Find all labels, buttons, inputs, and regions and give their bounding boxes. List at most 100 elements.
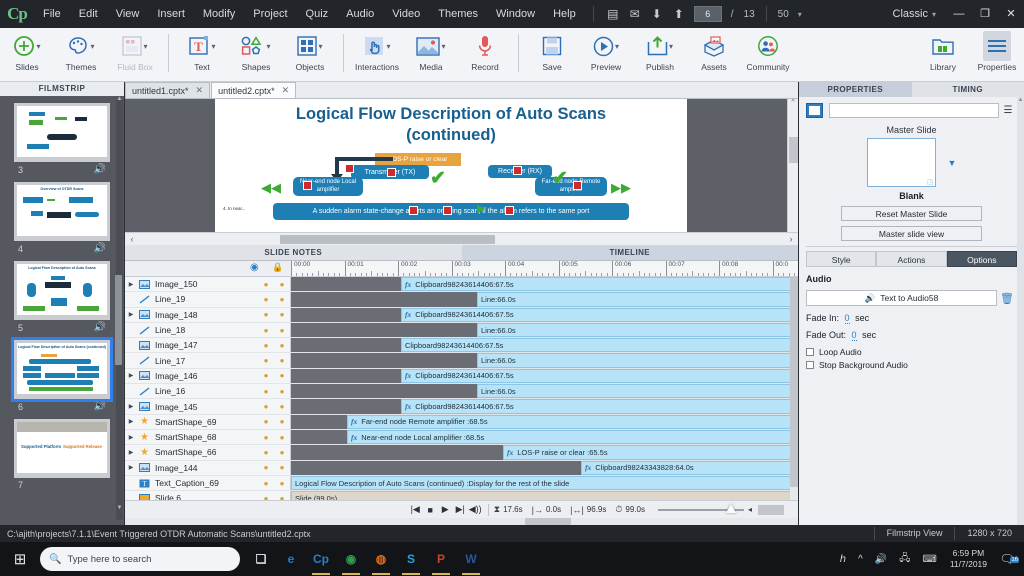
chevron-down-icon[interactable]: ▾ bbox=[615, 42, 619, 51]
menu-file[interactable]: File bbox=[34, 0, 70, 28]
timeline-bar[interactable]: Line:66.0s bbox=[477, 322, 791, 338]
play-button[interactable]: ▶ bbox=[438, 504, 453, 515]
minimize-button[interactable]: — bbox=[946, 3, 972, 25]
timeline-track[interactable]: Logical Flow Description of Auto Scans (… bbox=[291, 475, 798, 491]
timeline-row[interactable]: ▶ ★ SmartShape_69 ● ● fx Far-end node Remo… bbox=[125, 414, 798, 430]
chevron-down-icon[interactable]: ▾ bbox=[211, 42, 215, 51]
timeline-row[interactable]: ▶ ★ SmartShape_68 ● ● fx Near-end node Loc… bbox=[125, 429, 798, 446]
chrome-browser-icon[interactable]: ◉ bbox=[336, 542, 366, 576]
timeline-row-name[interactable]: Line_19 ● ● bbox=[125, 292, 291, 307]
slide-audio-icon[interactable]: 🔊 bbox=[94, 401, 106, 412]
filmstrip-slide-5[interactable]: Logical Flow Description of Auto Scans 5… bbox=[0, 261, 124, 333]
close-button[interactable]: ✕ bbox=[998, 3, 1024, 25]
view-mode-label[interactable]: Filmstrip View bbox=[873, 527, 955, 540]
library-button[interactable]: Library bbox=[916, 31, 970, 81]
timeline-row[interactable]: T Text_Caption_69 ● ● Logical Flow Descri… bbox=[125, 475, 798, 492]
download-arrow-icon[interactable]: ⬇ bbox=[646, 7, 668, 21]
menu-window[interactable]: Window bbox=[487, 0, 544, 28]
fade-out-value[interactable]: 0 bbox=[851, 330, 857, 341]
chevron-down-icon[interactable]: ▾ bbox=[669, 42, 673, 51]
themes-button[interactable]: ▾ Themes bbox=[54, 31, 108, 81]
lock-dot-icon[interactable]: ● bbox=[274, 387, 290, 396]
doc-tab-untitled2[interactable]: untitled2.cptx* ✕ bbox=[211, 82, 297, 98]
network-tray-icon[interactable]: 🖧 bbox=[893, 551, 916, 568]
visibility-dot-icon[interactable]: ● bbox=[258, 494, 274, 500]
chevron-down-icon[interactable]: ▾ bbox=[143, 42, 147, 51]
keyboard-tray-icon[interactable]: ⌨ bbox=[916, 554, 942, 565]
timeline-bar[interactable]: fx Clipboard98243614406:67.5s bbox=[401, 399, 791, 414]
menu-insert[interactable]: Insert bbox=[148, 0, 194, 28]
filmstrip-scroll-up-icon[interactable]: ▲ bbox=[116, 96, 123, 102]
filmstrip-slide-3[interactable]: 3 🔊 bbox=[0, 103, 124, 175]
menu-themes[interactable]: Themes bbox=[429, 0, 487, 28]
timeline-bar[interactable]: fx Clipboard98243614406:67.5s bbox=[401, 277, 791, 292]
timeline-zoom-left-icon[interactable]: ◂ bbox=[748, 505, 752, 514]
preview-button[interactable]: ▾ Preview bbox=[579, 31, 633, 81]
filmstrip-slide-4[interactable]: Overview of OTDR Scans 4 🔊 bbox=[0, 182, 124, 254]
save-button[interactable]: Save bbox=[525, 31, 579, 81]
taskbar-search-input[interactable]: 🔍 Type here to search bbox=[40, 547, 240, 571]
slide-thumbnail[interactable]: Logical Flow Description of Auto Scans bbox=[14, 261, 110, 320]
timeline-row[interactable]: ▶ Image_150 ● ● fx Clipboard98243614406:67… bbox=[125, 277, 798, 293]
menu-help[interactable]: Help bbox=[544, 0, 585, 28]
stop-background-audio-row[interactable]: Stop Background Audio bbox=[806, 360, 1017, 370]
properties-scrollbar[interactable]: ▲ bbox=[1017, 97, 1024, 525]
visibility-eye-icon[interactable]: ◉ bbox=[250, 262, 259, 273]
text-button[interactable]: T ▾ Text bbox=[175, 31, 229, 81]
start-time[interactable]: |→ 0.0s bbox=[532, 505, 561, 515]
stage-scroll-thumb[interactable] bbox=[280, 235, 495, 244]
timeline-track[interactable]: Line:66.0s bbox=[291, 353, 798, 368]
notification-center-icon[interactable]: 🗨 16 bbox=[994, 552, 1020, 566]
subtab-actions[interactable]: Actions bbox=[876, 251, 947, 267]
zoom-chevron-down-icon[interactable]: ▾ bbox=[794, 10, 806, 19]
stage-horizontal-scrollbar[interactable]: ‹ › bbox=[125, 232, 798, 245]
chevron-down-icon[interactable]: ▾ bbox=[36, 42, 40, 51]
lock-dot-icon[interactable]: ● bbox=[274, 310, 290, 319]
tab-slide-notes[interactable]: SLIDE NOTES bbox=[125, 245, 462, 260]
publish-button[interactable]: ▾ Publish bbox=[633, 31, 687, 81]
timeline-scroll-thumb[interactable] bbox=[790, 277, 798, 487]
timeline-track[interactable]: fx Clipboard98243614406:67.5s bbox=[291, 368, 798, 384]
visibility-dot-icon[interactable]: ● bbox=[258, 295, 274, 304]
visibility-dot-icon[interactable]: ● bbox=[258, 341, 274, 350]
chevron-down-icon[interactable]: ▾ bbox=[386, 42, 390, 51]
lock-dot-icon[interactable]: ● bbox=[274, 417, 290, 426]
timeline-row-name[interactable]: Line_17 ● ● bbox=[125, 353, 291, 368]
mute-toggle-button[interactable]: ◀)) bbox=[468, 504, 483, 515]
timeline-row[interactable]: Line_16 ● ● Line:66.0s bbox=[125, 384, 798, 400]
timeline-track[interactable]: fx Clipboard98243614406:67.5s bbox=[291, 399, 798, 414]
powerpoint-app-icon[interactable]: P bbox=[426, 542, 456, 576]
timeline-row-name[interactable]: ▶ Image_146 ● ● bbox=[125, 368, 291, 384]
timeline-zoom-knob[interactable] bbox=[725, 503, 736, 513]
workspace-chevron-down-icon[interactable]: ▾ bbox=[928, 10, 940, 19]
assets-button[interactable]: Assets bbox=[687, 31, 741, 81]
tab-timeline[interactable]: TIMELINE bbox=[461, 245, 798, 260]
lock-dot-icon[interactable]: ● bbox=[274, 402, 290, 411]
chevron-down-icon[interactable]: ▾ bbox=[441, 42, 445, 51]
timeline-track[interactable]: fx Clipboard98243614406:67.5s bbox=[291, 277, 798, 292]
slide-thumbnail[interactable]: Logical Flow Description of Auto Scans (… bbox=[11, 337, 113, 402]
expand-triangle-icon[interactable]: ▶ bbox=[125, 434, 137, 441]
slide-audio-icon[interactable]: 🔊 bbox=[94, 164, 106, 175]
timeline-zoom-slider[interactable] bbox=[657, 503, 744, 513]
visibility-dot-icon[interactable]: ● bbox=[258, 371, 274, 380]
timeline-track[interactable]: fx Near-end node Local amplifier :68.5s bbox=[291, 429, 798, 445]
playhead-time[interactable]: ⧗ 17.6s bbox=[494, 504, 523, 515]
lock-dot-icon[interactable]: ● bbox=[274, 295, 290, 304]
community-button[interactable]: Community bbox=[741, 31, 795, 81]
master-slide-chevron-down-icon[interactable]: ▼ bbox=[948, 158, 957, 168]
stop-background-audio-checkbox[interactable] bbox=[806, 361, 814, 369]
menu-edit[interactable]: Edit bbox=[70, 0, 107, 28]
lock-dot-icon[interactable]: ● bbox=[274, 448, 290, 457]
chevron-down-icon[interactable]: ▾ bbox=[90, 42, 94, 51]
slide-audio-icon[interactable]: 🔊 bbox=[94, 243, 106, 254]
visibility-dot-icon[interactable]: ● bbox=[258, 463, 274, 472]
timeline-track[interactable]: fx Far-end node Remote amplifier :68.5s bbox=[291, 414, 798, 429]
captivate-app-icon[interactable]: Cp bbox=[306, 542, 336, 576]
timeline-track[interactable]: Slide (99.0s) bbox=[291, 491, 798, 500]
stage-scroll-right-icon[interactable]: › bbox=[784, 234, 798, 244]
lock-dot-icon[interactable]: ● bbox=[274, 280, 290, 289]
timeline-row-name[interactable]: ▶ Image_145 ● ● bbox=[125, 399, 291, 414]
menu-quiz[interactable]: Quiz bbox=[297, 0, 338, 28]
timeline-row[interactable]: Slide 6 ● ● Slide (99.0s) bbox=[125, 491, 798, 500]
